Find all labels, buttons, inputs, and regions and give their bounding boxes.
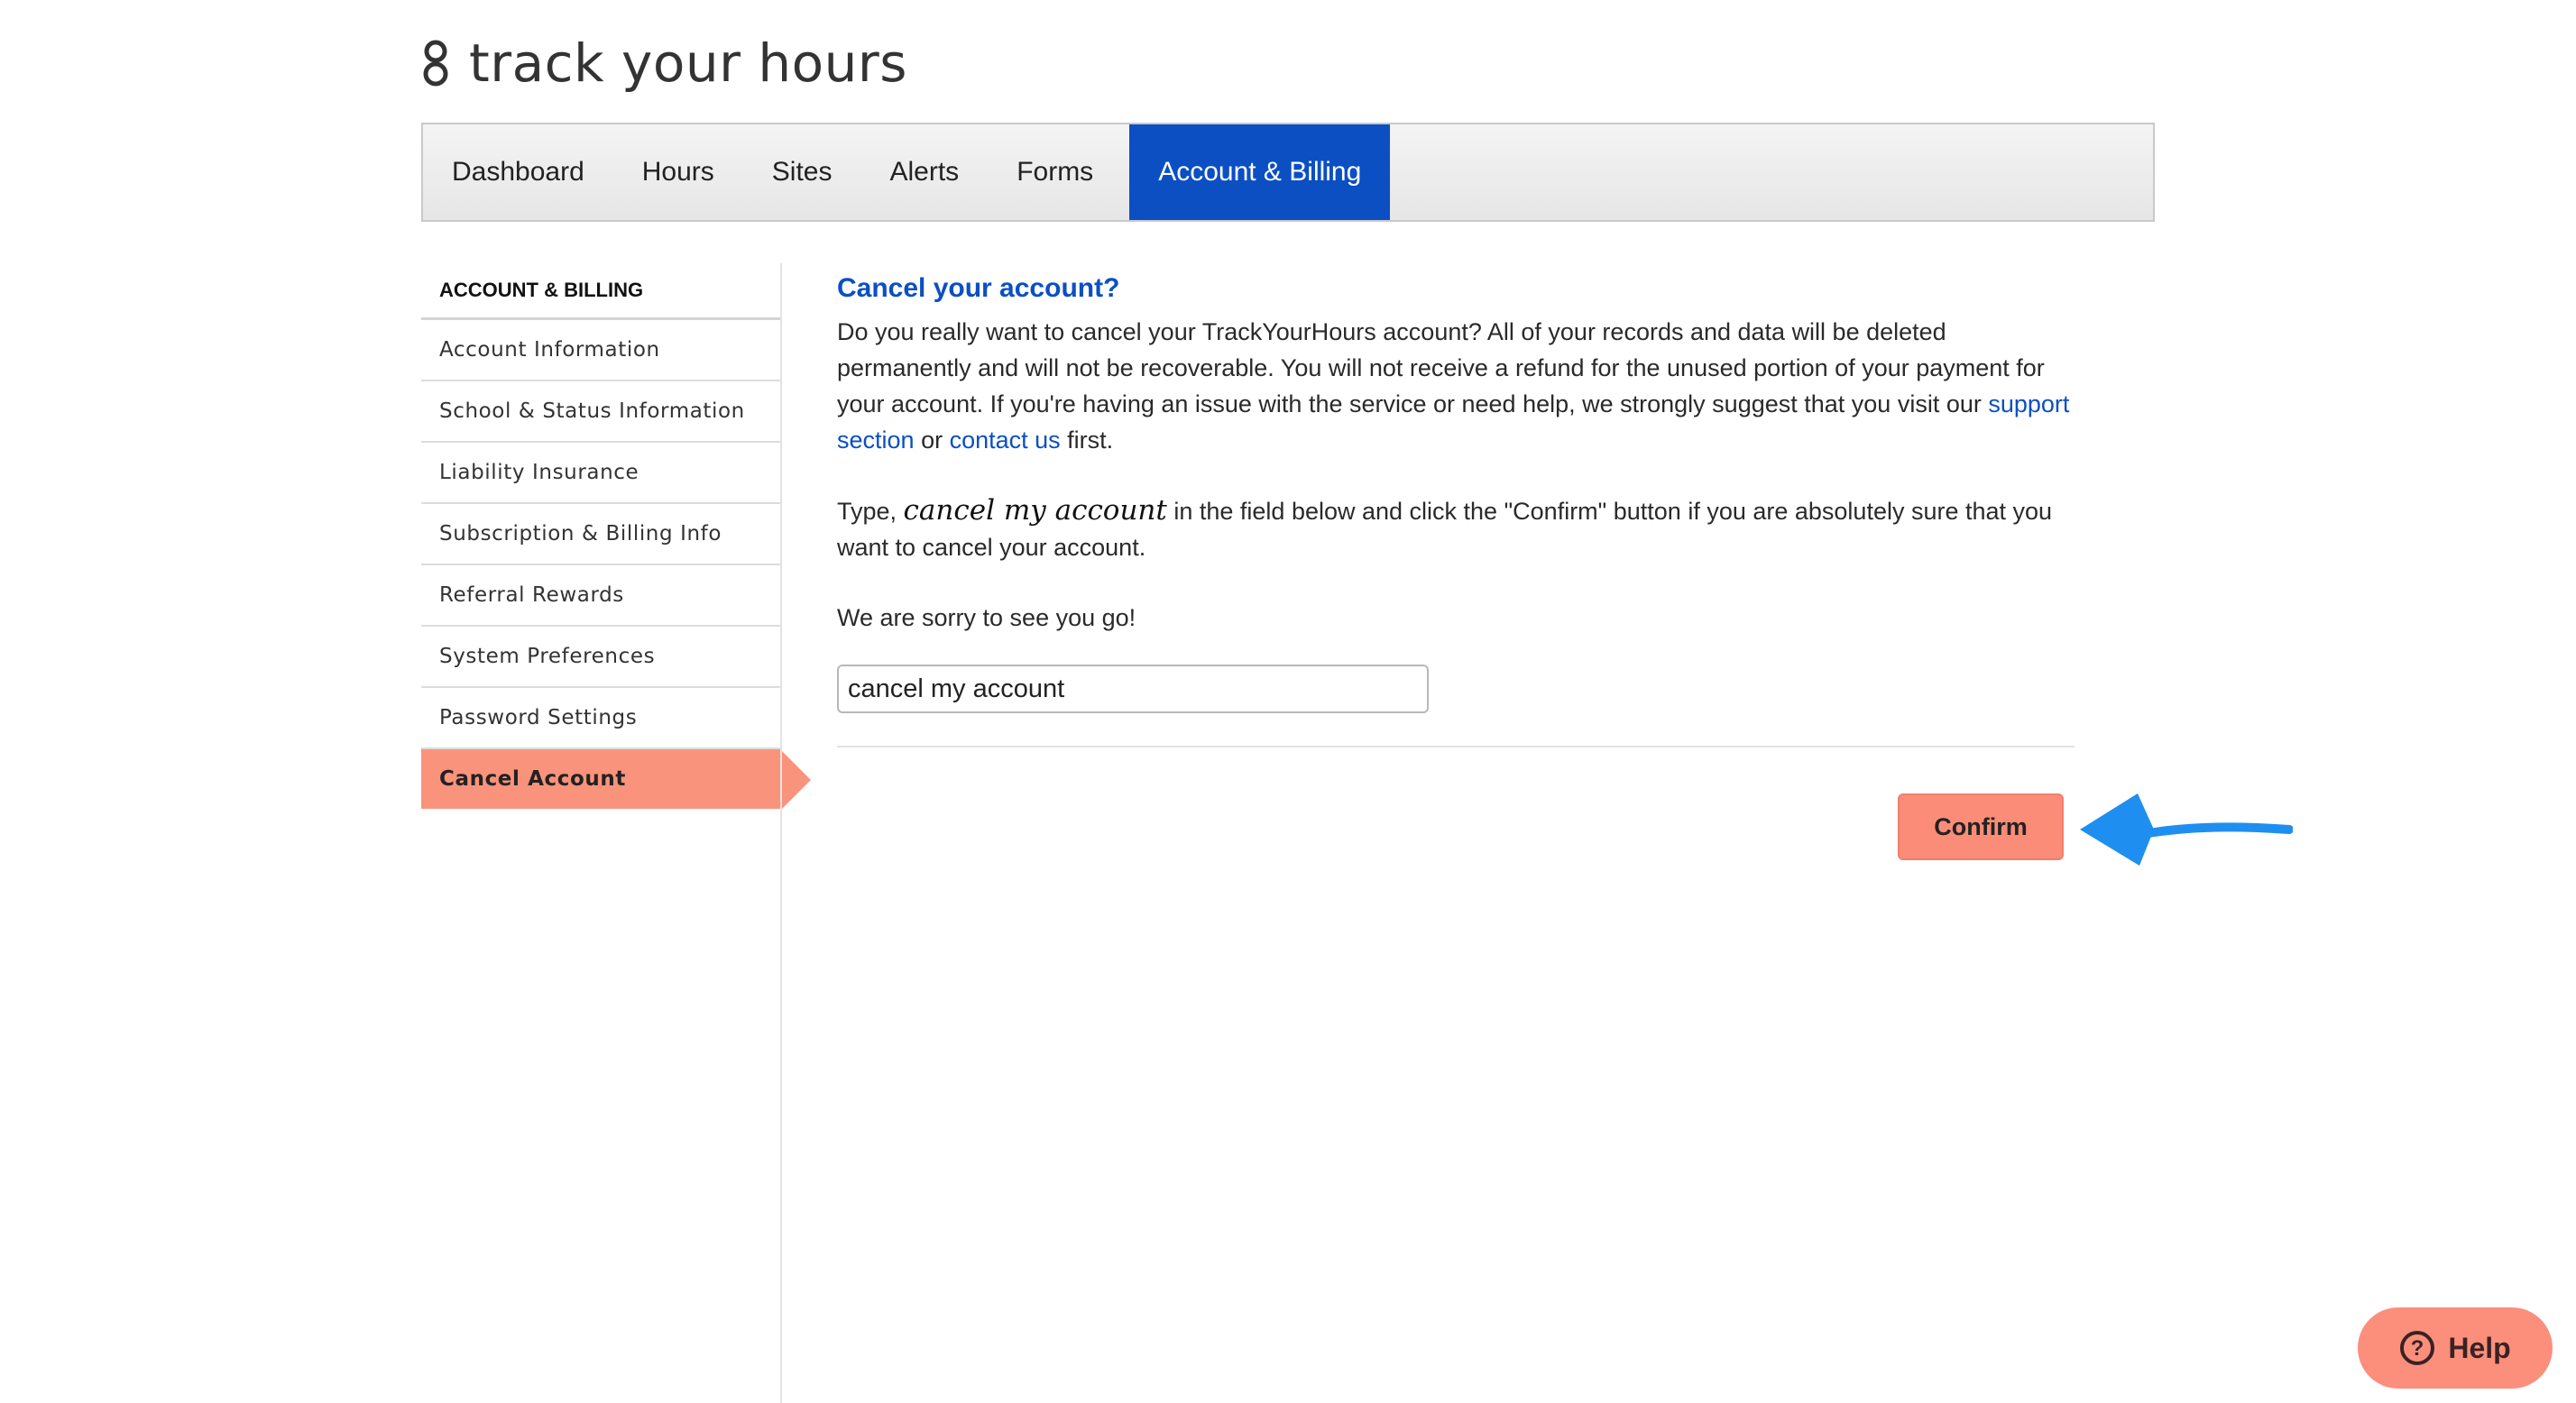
svg-text:?: ? bbox=[2411, 1336, 2424, 1361]
confirm-button[interactable]: Confirm bbox=[1898, 793, 2064, 860]
sidebar-item-cancel-account[interactable]: Cancel Account bbox=[421, 749, 811, 811]
cancel-warning-text: Do you really want to cancel your TrackY… bbox=[837, 314, 2075, 458]
nav-tab-forms[interactable]: Forms bbox=[988, 124, 1122, 220]
sidebar-item-liability-insurance[interactable]: Liability Insurance bbox=[421, 443, 780, 504]
brand-name: track your hours bbox=[469, 32, 907, 94]
hourglass-icon bbox=[423, 40, 448, 87]
instruction-prefix: Type, bbox=[837, 498, 904, 525]
help-button[interactable]: ? Help bbox=[2358, 1307, 2553, 1389]
main-content: Cancel your account? Do you really want … bbox=[837, 263, 2075, 747]
arrow-left-icon bbox=[2080, 793, 2293, 866]
sidebar-item-account-information[interactable]: Account Information bbox=[421, 320, 780, 381]
nav-tab-dashboard[interactable]: Dashboard bbox=[423, 124, 613, 220]
type-instruction-text: Type, cancel my account in the field bel… bbox=[837, 492, 2075, 565]
sidebar-item-referral-rewards[interactable]: Referral Rewards bbox=[421, 565, 780, 627]
sidebar: ACCOUNT & BILLING Account Information Sc… bbox=[421, 263, 811, 811]
top-navigation: Dashboard Hours Sites Alerts Forms Accou… bbox=[421, 123, 2155, 222]
help-label: Help bbox=[2448, 1331, 2511, 1364]
sidebar-item-school-status[interactable]: School & Status Information bbox=[421, 381, 780, 443]
cancel-confirmation-input[interactable] bbox=[837, 665, 1429, 713]
warning-body: Do you really want to cancel your TrackY… bbox=[837, 318, 2045, 417]
sidebar-item-system-preferences[interactable]: System Preferences bbox=[421, 627, 780, 688]
question-circle-icon: ? bbox=[2399, 1330, 2435, 1366]
or-text: or bbox=[914, 426, 950, 454]
contact-us-link[interactable]: contact us bbox=[950, 426, 1061, 454]
first-text: first. bbox=[1060, 426, 1114, 454]
confirmation-phrase: cancel my account bbox=[903, 494, 1167, 527]
sidebar-header: ACCOUNT & BILLING bbox=[421, 263, 780, 320]
form-divider bbox=[837, 746, 2075, 747]
nav-tab-account-billing[interactable]: Account & Billing bbox=[1129, 124, 1391, 220]
farewell-text: We are sorry to see you go! bbox=[837, 604, 1136, 631]
sidebar-divider bbox=[780, 263, 782, 1403]
sidebar-item-subscription-billing[interactable]: Subscription & Billing Info bbox=[421, 504, 780, 565]
sidebar-item-password-settings[interactable]: Password Settings bbox=[421, 688, 780, 749]
page-title: Cancel your account? bbox=[837, 273, 1120, 303]
brand-logo[interactable]: track your hours bbox=[420, 27, 907, 99]
nav-tab-alerts[interactable]: Alerts bbox=[861, 124, 989, 220]
nav-tab-hours[interactable]: Hours bbox=[613, 124, 743, 220]
nav-tab-sites[interactable]: Sites bbox=[743, 124, 861, 220]
